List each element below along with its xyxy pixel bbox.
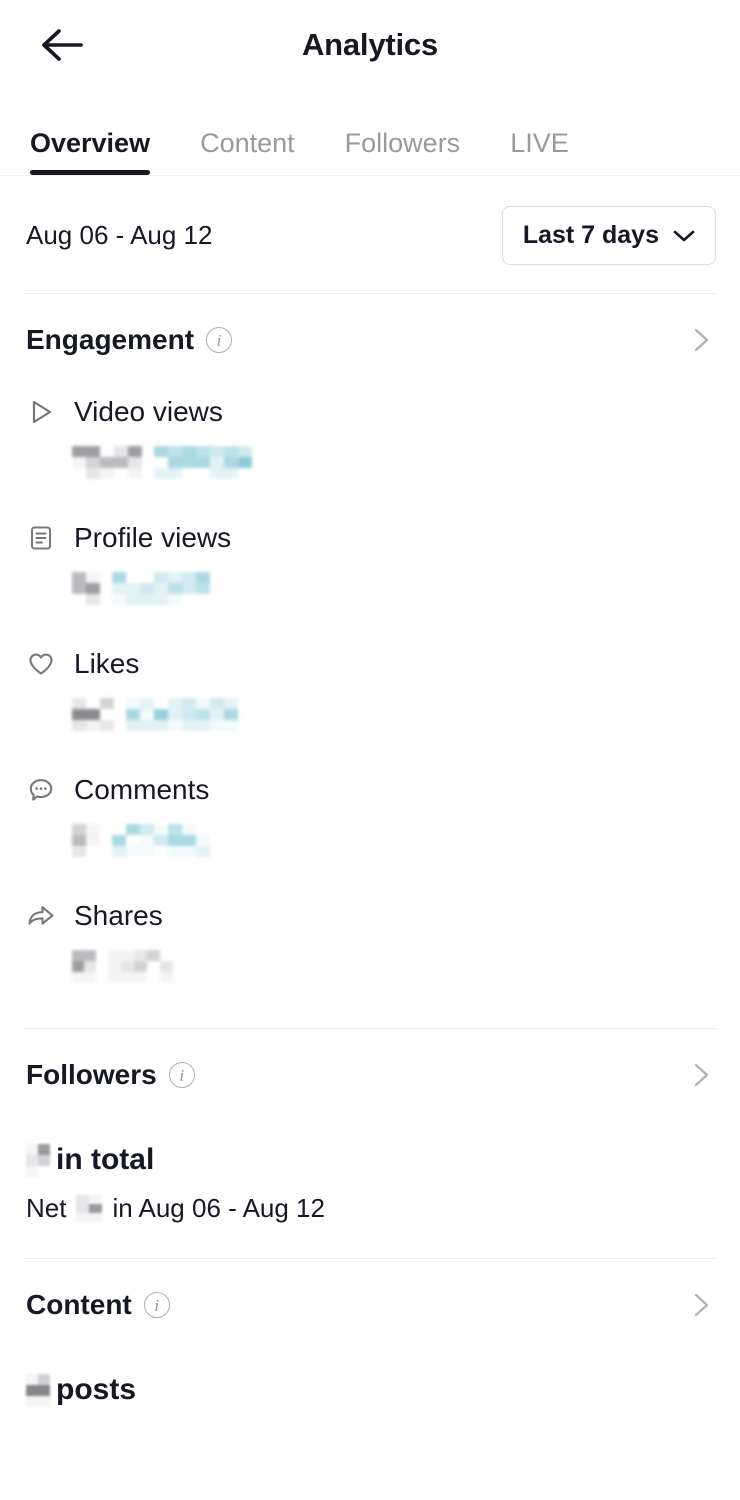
metric-change-redacted [126,698,238,731]
date-row: Aug 06 - Aug 12 Last 7 days [0,176,740,293]
followers-title-group: Followers i [26,1059,195,1091]
metric-value-redacted [72,698,114,731]
metric-values [26,572,714,612]
followers-total-row: in total [26,1143,714,1177]
tab-live[interactable]: LIVE [510,128,569,175]
content-posts-redacted [26,1373,50,1407]
metric-row-comments[interactable]: Comments [0,766,740,864]
metric-row-likes[interactable]: Likes [0,640,740,738]
tab-overview[interactable]: Overview [30,128,151,175]
metric-values [26,698,714,738]
followers-net-row: Net in Aug 06 - Aug 12 [26,1193,714,1224]
followers-total-redacted [26,1143,50,1177]
page-title: Analytics [301,27,439,62]
metric-change-redacted [108,950,173,983]
followers-stats: in total Net in Aug 06 - Aug 12 [0,1117,740,1258]
followers-net-redacted [76,1195,103,1222]
metric-change-redacted [112,824,210,857]
heart-icon [26,649,56,679]
arrow-left-icon [42,29,83,61]
share-arrow-icon [26,901,56,931]
metric-change-redacted [154,446,252,479]
metric-label: Shares [74,900,163,931]
date-range-selector[interactable]: Last 7 days [501,206,716,265]
metric-values [26,824,714,864]
tab-bar: Overview Content Followers LIVE [0,90,740,176]
metric-value-redacted [72,446,142,479]
chevron-right-icon[interactable] [688,1062,714,1088]
metric-head: Likes [26,640,714,688]
followers-section-header[interactable]: Followers i [0,1029,740,1117]
engagement-metric-list: Video views Profile views Likes Comments… [0,382,740,1028]
metric-change-redacted [112,572,210,605]
play-triangle-icon [26,397,56,427]
metric-value-redacted [72,950,96,983]
metric-row-video-views[interactable]: Video views [0,388,740,486]
metric-head: Shares [26,892,714,940]
metric-value-redacted [72,572,100,605]
metric-label: Profile views [74,522,232,553]
chevron-right-icon[interactable] [688,1292,714,1318]
metric-values [26,446,714,486]
metric-value-redacted [72,824,100,857]
metric-head: Profile views [26,514,714,562]
tab-content[interactable]: Content [200,128,295,175]
metric-label: Video views [74,396,223,427]
app-header: Analytics [0,0,740,90]
followers-total-suffix: in total [56,1143,155,1176]
metric-row-profile-views[interactable]: Profile views [0,514,740,612]
metric-label: Likes [74,648,140,679]
chevron-down-icon [673,230,695,241]
engagement-title: Engagement [26,324,195,355]
metric-values [26,950,714,990]
comment-bubble-icon [26,775,56,805]
metric-label: Comments [74,774,210,805]
content-title-group: Content i [26,1289,170,1321]
metric-row-shares[interactable]: Shares [0,892,740,990]
document-lines-icon [26,523,56,553]
back-button[interactable] [34,17,90,73]
content-stats: posts [0,1347,740,1457]
metric-head: Comments [26,766,714,814]
engagement-title-group: Engagement i [26,324,233,356]
content-posts-row: posts [26,1373,714,1407]
followers-net-suffix: in Aug 06 - Aug 12 [112,1193,325,1223]
content-section-header[interactable]: Content i [0,1259,740,1347]
date-range-selector-label: Last 7 days [522,221,659,249]
tab-followers[interactable]: Followers [345,128,461,175]
followers-net-prefix: Net [26,1193,67,1223]
content-title: Content [26,1289,132,1320]
chevron-right-icon[interactable] [688,327,714,353]
analytics-screen: Analytics Overview Content Followers LIV… [0,0,740,1500]
metric-head: Video views [26,388,714,436]
date-range-label: Aug 06 - Aug 12 [26,220,213,250]
info-icon[interactable]: i [143,1292,170,1318]
followers-title: Followers [26,1059,157,1090]
info-icon[interactable]: i [206,327,233,353]
content-posts-suffix: posts [56,1373,137,1406]
engagement-section-header[interactable]: Engagement i [0,294,740,382]
info-icon[interactable]: i [168,1062,195,1088]
